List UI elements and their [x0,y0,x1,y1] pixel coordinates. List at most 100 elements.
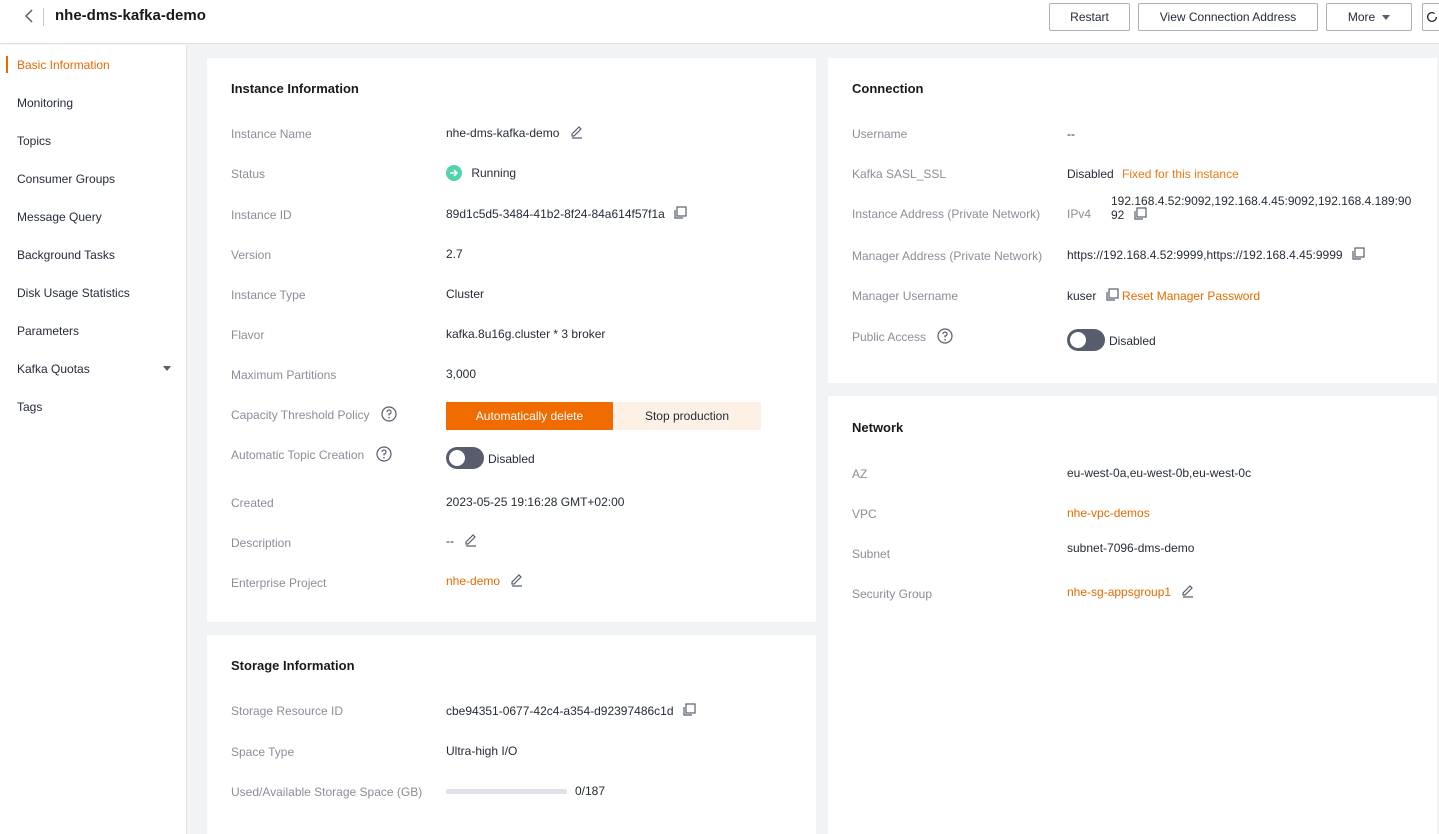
sidebar-item-label: Parameters [17,324,80,338]
storage-resource-id-text: cbe94351-0677-42c4-a354-d92397486c1d [446,704,674,718]
restart-button[interactable]: Restart [1049,3,1130,31]
sidebar-item-parameters[interactable]: Parameters [0,312,187,350]
manager-address-label: Manager Address (Private Network) [852,249,1043,263]
storage-information-card: Storage Information Storage Resource ID … [207,635,816,834]
copy-icon[interactable] [1351,247,1365,261]
security-group-label: Security Group [852,587,933,601]
automatic-topic-creation-toggle[interactable] [446,447,484,469]
kafka-sasl-ssl-value: Disabled Fixed for this instance [1067,167,1239,181]
copy-icon[interactable] [1105,288,1119,302]
sidebar-item-basic-information[interactable]: Basic Information [0,46,187,84]
manager-address-text: https://192.168.4.52:9999,https://192.16… [1067,248,1343,262]
maximum-partitions-value: 3,000 [446,367,477,381]
sidebar-item-label: Consumer Groups [17,172,116,186]
instance-address-line2-text: 92 [1111,208,1125,222]
instance-id-text: 89d1c5d5-3484-41b2-8f24-84a614f57f1a [446,207,665,221]
refresh-icon [1426,12,1438,23]
enterprise-project-value: nhe-demo [446,572,525,588]
manager-username-label: Manager Username [852,289,959,303]
storage-resource-id-label: Storage Resource ID [231,704,344,718]
public-access-text: Public Access [852,330,927,344]
description-value: -- [446,532,479,548]
instance-name-text: nhe-dms-kafka-demo [446,126,560,140]
card-title: Network [852,420,904,435]
az-label: AZ [852,467,868,481]
sidebar-item-message-query[interactable]: Message Query [0,198,187,236]
instance-address-line2: 92 [1111,207,1147,222]
page-header: nhe-dms-kafka-demo Restart View Connecti… [0,0,1439,44]
version-label: Version [231,248,272,262]
storage-resource-id-value: cbe94351-0677-42c4-a354-d92397486c1d [446,703,696,718]
sidebar-item-kafka-quotas[interactable]: Kafka Quotas [0,350,187,388]
reset-manager-password-link[interactable]: Reset Manager Password [1122,289,1260,303]
public-access-toggle[interactable] [1067,329,1105,351]
kafka-sasl-ssl-label: Kafka SASL_SSL [852,167,947,181]
instance-type-label: Instance Type [231,288,306,302]
automatic-topic-creation-text: Automatic Topic Creation [231,448,365,462]
storage-usage-bar [446,789,567,794]
username-label: Username [852,127,908,141]
enterprise-project-link[interactable]: nhe-demo [446,574,500,588]
copy-icon[interactable] [673,206,687,220]
instance-address-protocol: IPv4 [1067,207,1092,221]
status-label: Status [231,167,266,181]
manager-username-value: kuser Reset Manager Password [1067,288,1260,303]
sidebar-item-consumer-groups[interactable]: Consumer Groups [0,160,187,198]
capacity-threshold-policy-label: Capacity Threshold Policy [231,406,397,422]
copy-icon[interactable] [682,703,696,717]
capacity-threshold-policy-text: Capacity Threshold Policy [231,408,370,422]
instance-type-value: Cluster [446,287,485,301]
view-connection-address-button[interactable]: View Connection Address [1138,3,1318,31]
subnet-value: subnet-7096-dms-demo [1067,541,1195,555]
used-storage-label: Used/Available Storage Space (GB) [231,785,423,799]
vpc-label: VPC [852,507,877,521]
automatic-topic-creation-label: Automatic Topic Creation [231,446,392,462]
status-text: Running [471,166,517,180]
username-value: -- [1067,127,1075,141]
back-arrow-icon[interactable] [22,8,38,24]
instance-name-label: Instance Name [231,127,312,141]
sidebar-item-label: Disk Usage Statistics [17,286,130,300]
manager-address-value: https://192.168.4.52:9999,https://192.16… [1067,247,1365,262]
edit-icon[interactable] [509,572,525,588]
created-value: 2023-05-25 19:16:28 GMT+02:00 [446,495,625,509]
edit-icon[interactable] [463,532,479,548]
title-divider [43,8,44,26]
instance-address-line1: 192.168.4.52:9092,192.168.4.45:9092,192.… [1111,194,1412,208]
help-icon[interactable] [381,406,397,422]
sidebar-item-label: Basic Information [17,58,110,72]
capacity-option-stop-production[interactable]: Stop production [613,402,761,430]
sidebar: Basic Information Monitoring Topics Cons… [0,45,187,834]
sidebar-item-tags[interactable]: Tags [0,388,187,426]
status-value: Running [446,164,517,181]
capacity-option-automatically-delete[interactable]: Automatically delete [446,402,613,430]
help-icon[interactable] [375,446,392,462]
automatic-topic-creation-value: Disabled [488,452,535,466]
security-group-link[interactable]: nhe-sg-appsgroup1 [1067,585,1171,599]
refresh-button[interactable] [1422,3,1439,31]
sidebar-item-topics[interactable]: Topics [0,122,187,160]
sidebar-item-label: Kafka Quotas [17,362,90,376]
created-label: Created [231,496,274,510]
public-access-value: Disabled [1109,334,1156,348]
more-dropdown-button[interactable]: More [1326,3,1412,31]
vpc-link[interactable]: nhe-vpc-demos [1067,506,1150,520]
sidebar-item-disk-usage-statistics[interactable]: Disk Usage Statistics [0,274,187,312]
edit-icon[interactable] [569,124,585,140]
edit-icon[interactable] [1180,583,1196,599]
page-title: nhe-dms-kafka-demo [55,7,206,24]
sasl-fixed-note: Fixed for this instance [1122,167,1239,181]
copy-icon[interactable] [1133,207,1147,221]
flavor-label: Flavor [231,328,265,342]
security-group-value: nhe-sg-appsgroup1 [1067,583,1196,599]
sidebar-item-background-tasks[interactable]: Background Tasks [0,236,187,274]
sidebar-item-label: Tags [17,400,43,414]
card-title: Storage Information [231,658,355,673]
manager-username-text: kuser [1067,289,1097,303]
instance-information-card: Instance Information Instance Name nhe-d… [207,58,816,622]
flavor-value: kafka.8u16g.cluster * 3 broker [446,327,606,341]
sidebar-item-monitoring[interactable]: Monitoring [0,84,187,122]
public-access-label: Public Access [852,328,953,344]
help-icon[interactable] [937,328,953,344]
instance-name-value: nhe-dms-kafka-demo [446,124,585,140]
